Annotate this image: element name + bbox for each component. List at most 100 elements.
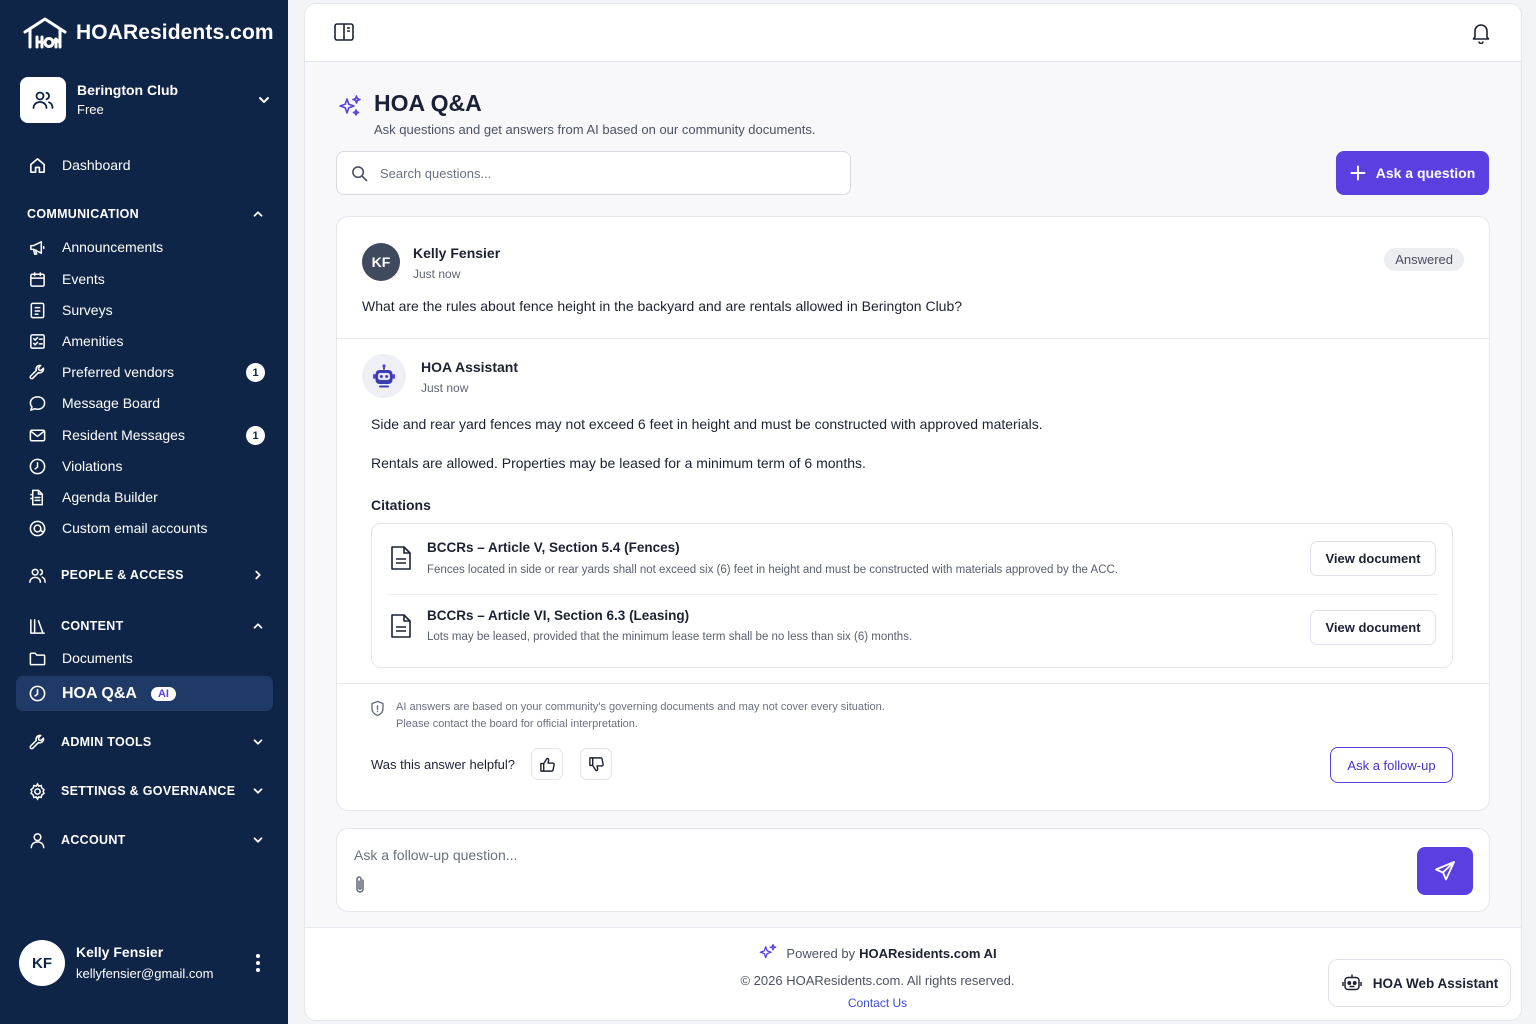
section-account[interactable]: ACCOUNT	[16, 826, 273, 854]
hoa-web-assistant-button[interactable]: HOA Web Assistant	[1328, 959, 1511, 1007]
sidebar-item-agenda-builder[interactable]: Agenda Builder	[16, 482, 273, 512]
follow-up-input[interactable]	[354, 847, 1394, 869]
ai-badge: AI	[150, 686, 176, 701]
sidebar-item-announcements[interactable]: Announcements	[16, 232, 273, 262]
powered-by: Powered by HOAResidents.com AI	[305, 943, 1450, 963]
sidebar-toggle-icon[interactable]	[334, 23, 354, 41]
view-document-button[interactable]: View document	[1310, 610, 1436, 645]
send-button[interactable]	[1417, 847, 1473, 895]
section-title: SETTINGS & GOVERNANCE	[61, 784, 236, 798]
bell-icon[interactable]	[1471, 22, 1491, 44]
citations-list: BCCRs – Article V, Section 5.4 (Fences) …	[371, 523, 1453, 668]
sidebar: HOAResidents.com Berington Club Free Das…	[0, 0, 288, 1024]
chevron-down-icon	[251, 833, 265, 847]
question-time: Just now	[413, 267, 461, 281]
sidebar-item-preferred-vendors[interactable]: Preferred vendors 1	[16, 357, 273, 387]
section-communication[interactable]: COMMUNICATION	[16, 200, 273, 228]
count-badge: 1	[246, 426, 265, 445]
sidebar-item-label: Preferred vendors	[62, 364, 175, 380]
org-plan: Free	[77, 102, 104, 117]
search-input[interactable]	[380, 165, 820, 181]
wrench-icon	[27, 732, 47, 752]
sidebar-item-events[interactable]: Events	[16, 264, 273, 294]
sidebar-item-label: Dashboard	[62, 157, 131, 173]
calendar-icon	[27, 269, 47, 289]
sidebar-item-label: Custom email accounts	[62, 520, 208, 536]
citations-heading: Citations	[371, 497, 431, 513]
ask-follow-up-button[interactable]: Ask a follow-up	[1330, 747, 1453, 783]
sidebar-item-documents[interactable]: Documents	[16, 643, 273, 673]
page-title: HOA Q&A	[374, 90, 482, 116]
org-name: Berington Club	[77, 82, 179, 98]
contact-link[interactable]: Contact Us	[305, 996, 1450, 1010]
brand-logo[interactable]: HOAResidents.com	[22, 16, 274, 50]
citation-title: BCCRs – Article V, Section 5.4 (Fences)	[427, 540, 680, 555]
sidebar-item-label: HOA Q&A	[62, 684, 137, 702]
sidebar-item-label: Message Board	[62, 395, 161, 411]
sidebar-item-resident-messages[interactable]: Resident Messages 1	[16, 420, 273, 450]
paperclip-icon[interactable]	[353, 875, 367, 895]
thumbs-up-button[interactable]	[531, 748, 563, 780]
sidebar-item-amenities[interactable]: Amenities	[16, 326, 273, 356]
survey-icon	[27, 300, 47, 320]
shield-icon	[370, 700, 385, 717]
answer-author: HOA Assistant	[421, 359, 518, 375]
folder-icon	[27, 648, 47, 668]
robot-icon	[1341, 972, 1363, 994]
section-content[interactable]: CONTENT	[16, 612, 273, 640]
sidebar-item-label: Announcements	[62, 239, 164, 255]
helpful-prompt: Was this answer helpful?	[371, 757, 516, 772]
mail-icon	[27, 425, 47, 445]
chevron-up-icon	[251, 207, 265, 221]
disclaimer-text: AI answers are based on your community's…	[396, 701, 885, 713]
section-people-access[interactable]: PEOPLE & ACCESS	[16, 561, 273, 589]
citation-item: BCCRs – Article V, Section 5.4 (Fences) …	[372, 524, 1452, 592]
thumbs-down-button[interactable]	[580, 748, 612, 780]
section-title: CONTENT	[61, 619, 124, 633]
thumbs-down-icon	[588, 756, 605, 773]
send-icon	[1434, 860, 1456, 882]
org-switcher[interactable]: Berington Club Free	[20, 77, 276, 123]
page-subtitle: Ask questions and get answers from AI ba…	[374, 122, 816, 137]
follow-up-composer	[336, 828, 1490, 912]
search-box[interactable]	[336, 151, 851, 195]
amenities-icon	[27, 331, 47, 351]
sidebar-item-violations[interactable]: Violations	[16, 451, 273, 481]
citation-excerpt: Fences located in side or rear yards sha…	[427, 564, 1118, 576]
sidebar-item-message-board[interactable]: Message Board	[16, 388, 273, 418]
community-icon	[20, 77, 66, 123]
divider	[337, 683, 1489, 684]
footer: Powered by HOAResidents.com AI © 2026 HO…	[305, 927, 1521, 1020]
top-bar	[305, 4, 1521, 62]
ask-question-button[interactable]: Ask a question	[1336, 151, 1489, 195]
section-settings-governance[interactable]: SETTINGS & GOVERNANCE	[16, 777, 273, 805]
document-icon	[390, 613, 412, 639]
robot-icon	[362, 354, 406, 398]
users-icon	[27, 565, 47, 585]
section-admin-tools[interactable]: ADMIN TOOLS	[16, 728, 273, 756]
thumbs-up-icon	[539, 756, 556, 773]
ask-question-label: Ask a question	[1375, 165, 1476, 181]
citation-excerpt: Lots may be leased, provided that the mi…	[427, 631, 913, 643]
sidebar-item-label: Events	[62, 271, 105, 287]
sidebar-item-dashboard[interactable]: Dashboard	[16, 150, 273, 180]
user-profile[interactable]: KF Kelly Fensier kellyfensier@gmail.com	[19, 940, 269, 986]
plus-icon	[1350, 165, 1366, 181]
sidebar-item-custom-email[interactable]: Custom email accounts	[16, 513, 273, 543]
sidebar-item-surveys[interactable]: Surveys	[16, 295, 273, 325]
sparkles-icon	[337, 94, 363, 120]
agenda-icon	[27, 487, 47, 507]
avatar: KF	[19, 940, 65, 986]
more-vertical-icon[interactable]	[255, 953, 261, 973]
document-icon	[390, 545, 412, 571]
view-document-button[interactable]: View document	[1310, 541, 1436, 576]
sidebar-item-hoa-qa[interactable]: HOA Q&A AI	[16, 676, 273, 711]
at-icon	[27, 518, 47, 538]
chevron-down-icon	[251, 735, 265, 749]
sidebar-item-label: Surveys	[62, 302, 113, 318]
brand-name: HOAResidents.com	[76, 21, 274, 44]
count-badge: 1	[246, 363, 265, 382]
alert-clock-icon	[27, 456, 47, 476]
citation-title: BCCRs – Article VI, Section 6.3 (Leasing…	[427, 608, 690, 623]
question-author: Kelly Fensier	[413, 245, 501, 261]
